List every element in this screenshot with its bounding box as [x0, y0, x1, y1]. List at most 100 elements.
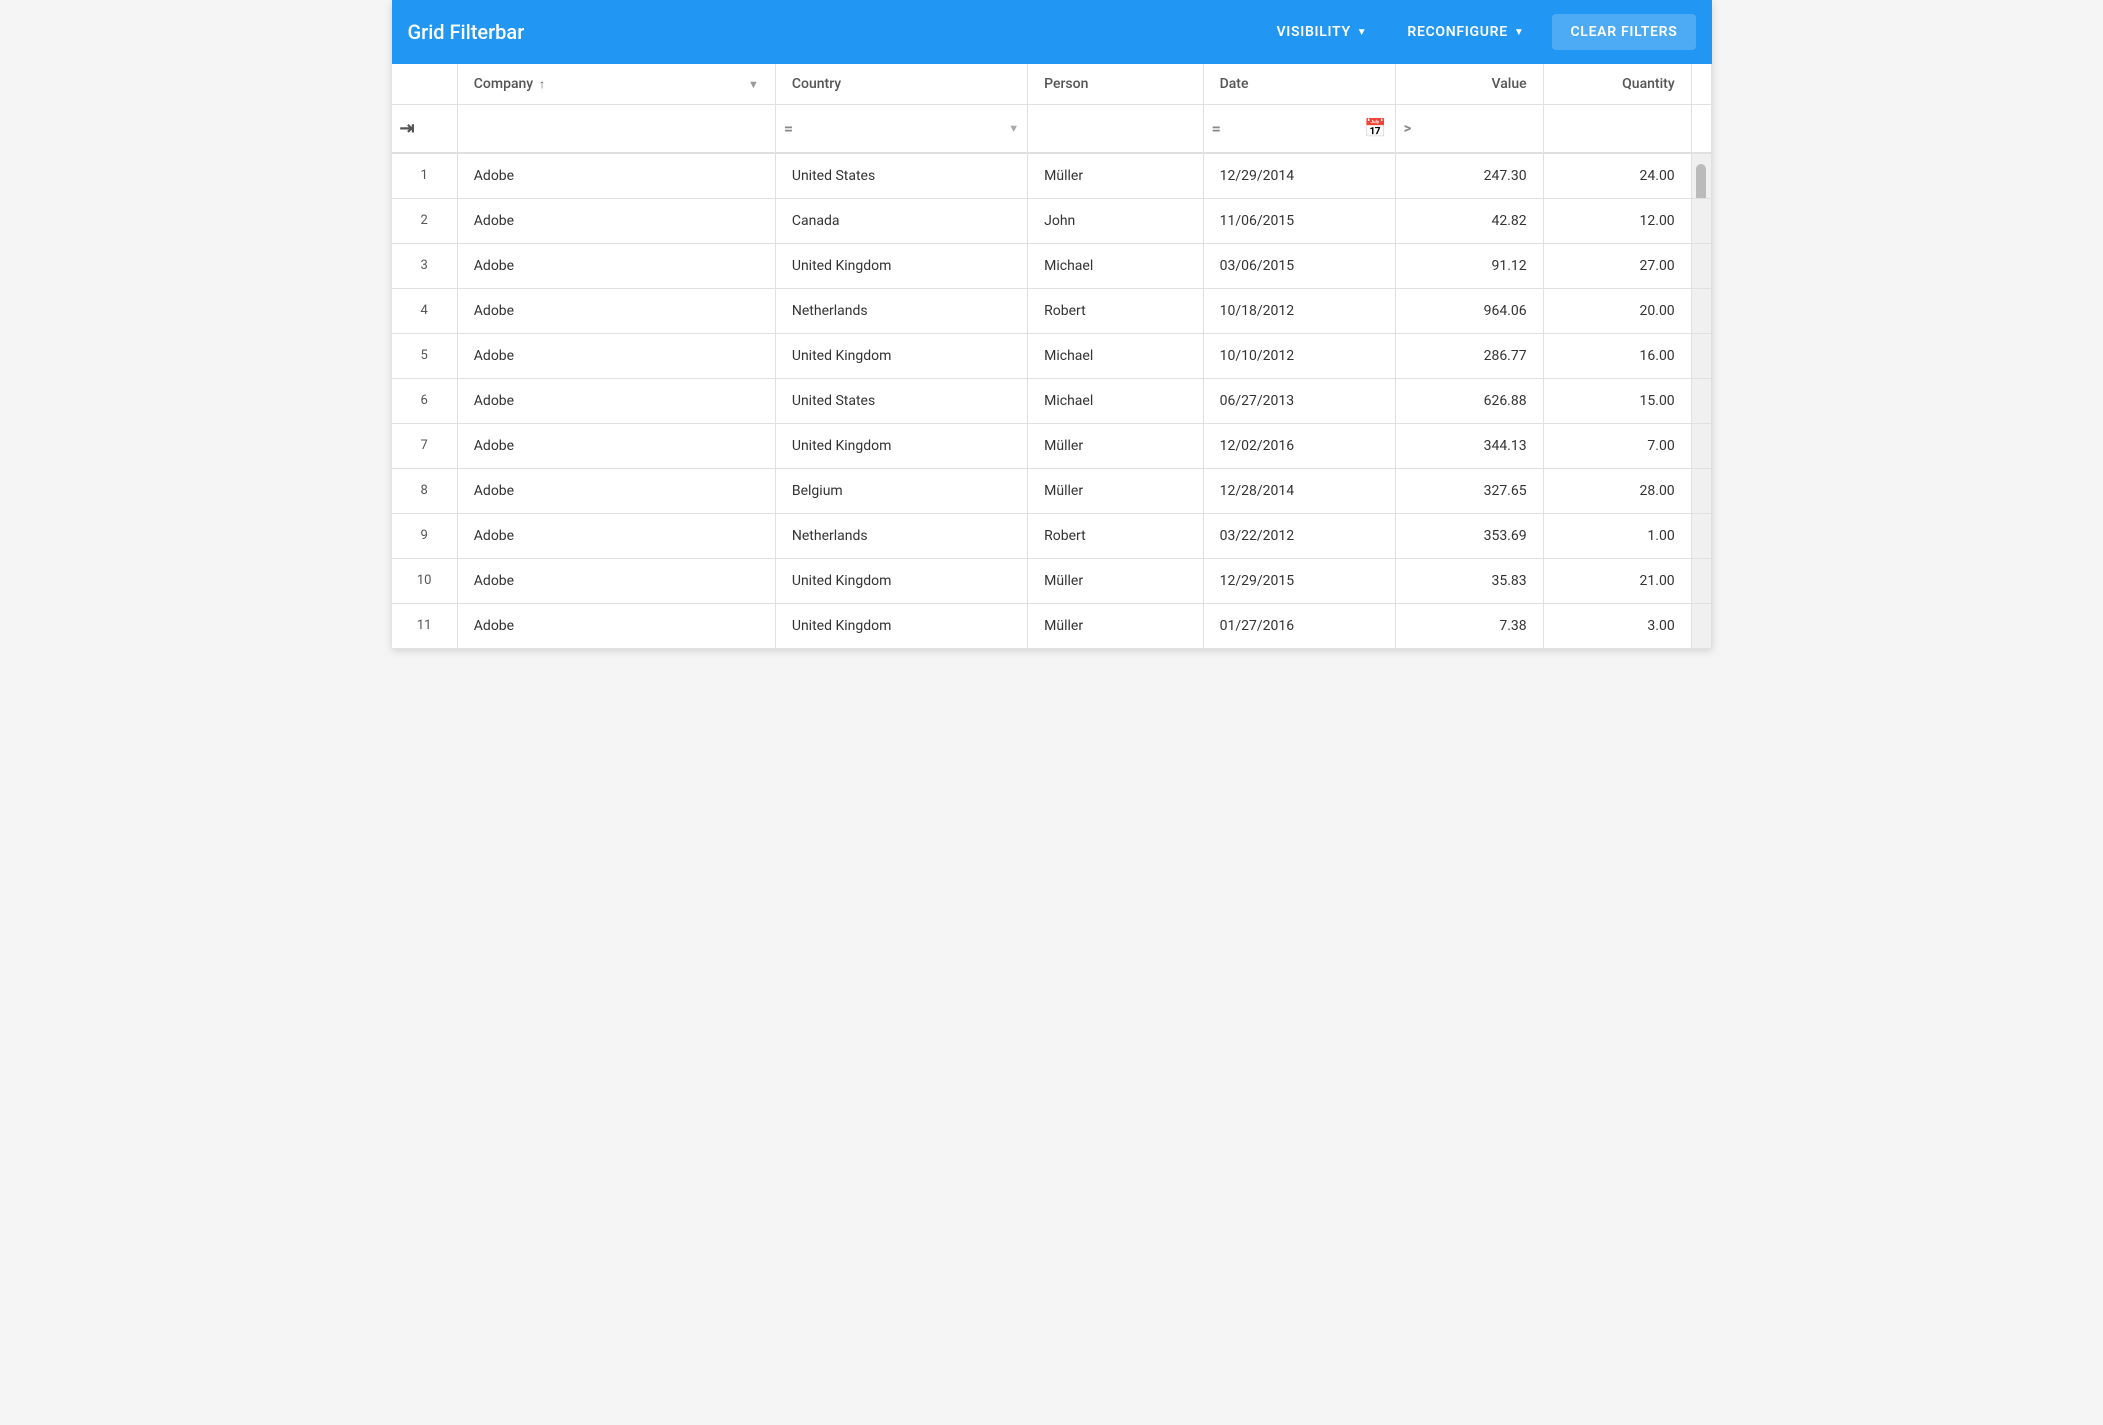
filter-value-input[interactable]	[1415, 121, 1534, 136]
filter-cell-country[interactable]: = ▼	[775, 105, 1027, 153]
cell-2: Netherlands	[775, 288, 1027, 333]
cell-4: 12/29/2014	[1203, 153, 1395, 199]
table-row: 7AdobeUnited KingdomMüller12/02/2016344.…	[392, 423, 1712, 468]
col-header-person[interactable]: Person	[1028, 64, 1203, 105]
table-row: 11AdobeUnited KingdomMüller01/27/20167.3…	[392, 603, 1712, 648]
cell-3: Müller	[1028, 558, 1203, 603]
table-row: 5AdobeUnited KingdomMichael10/10/2012286…	[392, 333, 1712, 378]
col-country-label: Country	[792, 76, 841, 92]
col-company-label: Company	[474, 76, 533, 92]
cell-5: 42.82	[1395, 198, 1543, 243]
col-header-qty[interactable]: Quantity	[1543, 64, 1691, 105]
cell-4: 12/28/2014	[1203, 468, 1395, 513]
cell-6: 16.00	[1543, 333, 1691, 378]
cell-1: Adobe	[457, 513, 775, 558]
clear-filters-button[interactable]: CLEAR FILTERS	[1552, 14, 1695, 50]
cell-4: 01/27/2016	[1203, 603, 1395, 648]
col-header-company[interactable]: Company ↑ ▼	[457, 64, 775, 105]
cell-6: 7.00	[1543, 423, 1691, 468]
cell-2: United Kingdom	[775, 243, 1027, 288]
cell-7	[1691, 333, 1711, 378]
cell-5: 964.06	[1395, 288, 1543, 333]
cell-0: 10	[392, 558, 458, 603]
filter-cell-qty	[1543, 105, 1691, 153]
filter-row: ⇥ = ▼	[392, 105, 1712, 153]
cell-0: 8	[392, 468, 458, 513]
col-header-scroll	[1691, 64, 1711, 105]
cursor-icon: ⇥	[400, 118, 415, 139]
toolbar-title: Grid Filterbar	[408, 20, 1249, 44]
calendar-icon[interactable]: 📅	[1364, 118, 1386, 139]
cell-7	[1691, 288, 1711, 333]
filter-eq-date-icon: =	[1212, 119, 1221, 138]
cell-0: 1	[392, 153, 458, 199]
cell-4: 12/02/2016	[1203, 423, 1395, 468]
cell-3: Michael	[1028, 243, 1203, 288]
reconfigure-button[interactable]: RECONFIGURE ▼	[1395, 16, 1536, 48]
filter-cell-date[interactable]: = 📅	[1203, 105, 1395, 153]
cell-0: 11	[392, 603, 458, 648]
visibility-label: VISIBILITY	[1276, 24, 1350, 40]
cell-5: 35.83	[1395, 558, 1543, 603]
cell-2: United States	[775, 153, 1027, 199]
cell-6: 3.00	[1543, 603, 1691, 648]
cell-6: 24.00	[1543, 153, 1691, 199]
column-header-row: Company ↑ ▼ Country Person	[392, 64, 1712, 105]
cell-1: Adobe	[457, 378, 775, 423]
cell-0: 6	[392, 378, 458, 423]
cell-4: 03/22/2012	[1203, 513, 1395, 558]
filter-country-chevron-icon[interactable]: ▼	[1008, 122, 1019, 135]
table-row: 2AdobeCanadaJohn11/06/201542.8212.00	[392, 198, 1712, 243]
cell-5: 7.38	[1395, 603, 1543, 648]
cell-3: Robert	[1028, 288, 1203, 333]
cell-1: Adobe	[457, 558, 775, 603]
cell-0: 2	[392, 198, 458, 243]
cell-0: 7	[392, 423, 458, 468]
cell-5: 327.65	[1395, 468, 1543, 513]
table-row: 1AdobeUnited StatesMüller12/29/2014247.3…	[392, 153, 1712, 199]
cell-7	[1691, 198, 1711, 243]
table-row: 9AdobeNetherlandsRobert03/22/2012353.691…	[392, 513, 1712, 558]
cell-7	[1691, 153, 1711, 199]
col-header-country[interactable]: Country	[775, 64, 1027, 105]
grid-wrapper: Company ↑ ▼ Country Person	[392, 64, 1712, 649]
cell-4: 06/27/2013	[1203, 378, 1395, 423]
cell-1: Adobe	[457, 153, 775, 199]
cell-1: Adobe	[457, 243, 775, 288]
app-container: Grid Filterbar VISIBILITY ▼ RECONFIGURE …	[392, 0, 1712, 649]
cell-5: 344.13	[1395, 423, 1543, 468]
cell-1: Adobe	[457, 423, 775, 468]
filter-cell-scroll	[1691, 105, 1711, 153]
filter-eq-country-icon: =	[784, 119, 793, 138]
cell-4: 10/18/2012	[1203, 288, 1395, 333]
cell-7	[1691, 558, 1711, 603]
cell-2: Belgium	[775, 468, 1027, 513]
cell-6: 1.00	[1543, 513, 1691, 558]
cell-3: Müller	[1028, 468, 1203, 513]
col-header-date[interactable]: Date	[1203, 64, 1395, 105]
visibility-button[interactable]: VISIBILITY ▼	[1264, 16, 1379, 48]
reconfigure-chevron-icon: ▼	[1514, 27, 1525, 38]
reconfigure-label: RECONFIGURE	[1407, 24, 1507, 40]
cell-6: 27.00	[1543, 243, 1691, 288]
col-company-dropdown-icon[interactable]: ▼	[748, 78, 759, 91]
table-row: 8AdobeBelgiumMüller12/28/2014327.6528.00	[392, 468, 1712, 513]
filter-cell-company[interactable]	[457, 105, 775, 153]
cell-6: 20.00	[1543, 288, 1691, 333]
cell-2: United States	[775, 378, 1027, 423]
filter-gt-value-icon: >	[1404, 119, 1412, 137]
cell-1: Adobe	[457, 198, 775, 243]
cell-5: 247.30	[1395, 153, 1543, 199]
col-header-value[interactable]: Value	[1395, 64, 1543, 105]
cell-5: 91.12	[1395, 243, 1543, 288]
filter-country-input[interactable]	[797, 121, 1004, 136]
cell-0: 9	[392, 513, 458, 558]
table-row: 3AdobeUnited KingdomMichael03/06/201591.…	[392, 243, 1712, 288]
filter-cell-value[interactable]: >	[1395, 105, 1543, 153]
filter-date-input[interactable]	[1225, 121, 1360, 136]
cell-1: Adobe	[457, 333, 775, 378]
cell-2: United Kingdom	[775, 603, 1027, 648]
cell-2: United Kingdom	[775, 558, 1027, 603]
cell-6: 15.00	[1543, 378, 1691, 423]
cell-4: 12/29/2015	[1203, 558, 1395, 603]
